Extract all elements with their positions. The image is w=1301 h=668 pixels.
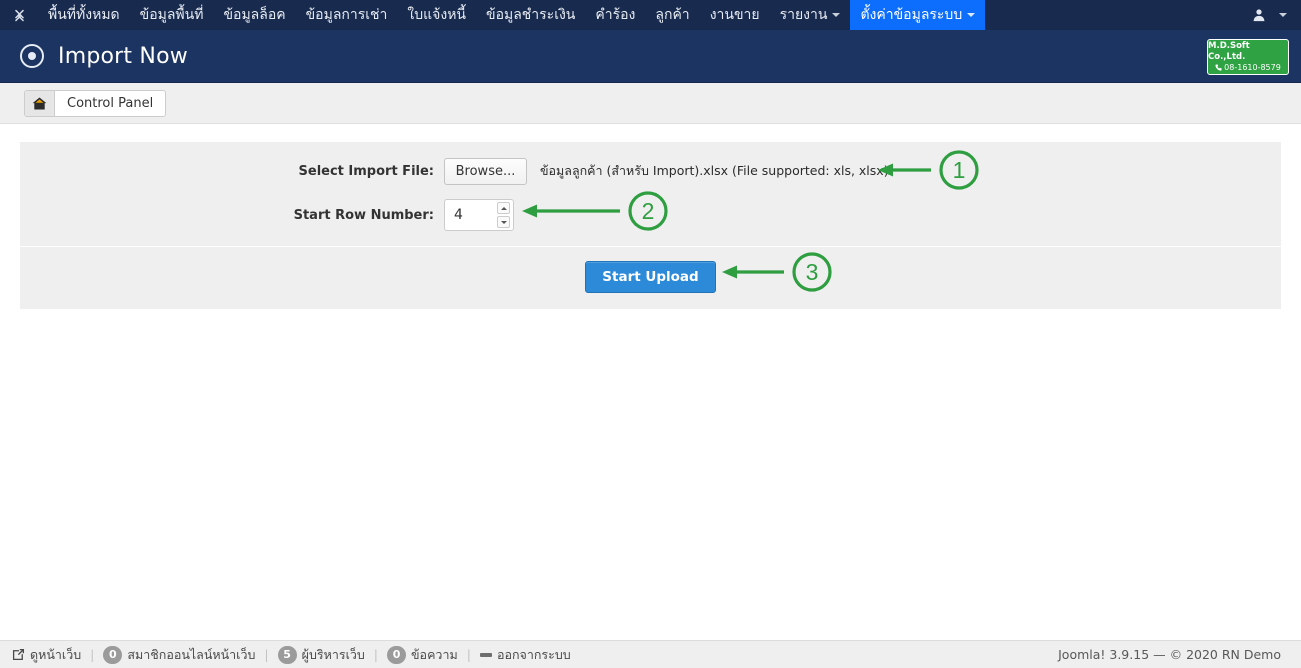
nav-item-all-areas[interactable]: พื้นที่ทั้งหมด [38,0,130,30]
nav-label: ข้อมูลล็อค [223,7,286,23]
import-form: Select Import File: Browse... ข้อมูลลูกค… [20,142,1281,246]
chevron-down-icon [1279,13,1287,17]
nav-label: พื้นที่ทั้งหมด [48,7,120,23]
nav-item-rental-data[interactable]: ข้อมูลการเช่า [296,0,398,30]
start-row-number-row: Start Row Number: 4 2 [20,191,1281,234]
status-divider: | [264,647,269,662]
logout-label: ออกจากระบบ [496,646,571,662]
nav-item-sales[interactable]: งานขาย [700,0,770,30]
top-navigation-bar: พื้นที่ทั้งหมด ข้อมูลพื้นที่ ข้อมูลล็อค … [0,0,1301,30]
company-badge: M.D.Soft Co.,Ltd. 08-1610-8579 [1207,39,1289,75]
status-divider: | [373,647,379,662]
nav-label: ข้อมูลการเช่า [305,7,388,23]
status-divider: | [90,647,95,662]
main-menu: พื้นที่ทั้งหมด ข้อมูลพื้นที่ ข้อมูลล็อค … [38,0,986,30]
select-import-file-label: Select Import File: [298,163,434,179]
visitors-count-badge: 0 [103,645,123,664]
messages-status[interactable]: 0 ข้อความ [387,645,458,665]
select-import-file-row: Select Import File: Browse... ข้อมูลลูกค… [20,150,1281,190]
main-content: Select Import File: Browse... ข้อมูลลูกค… [0,124,1301,309]
preview-site-label: ดูหน้าเว็บ [30,646,82,662]
start-row-stepper[interactable] [444,199,514,231]
import-panel: Select Import File: Browse... ข้อมูลลูกค… [20,142,1281,309]
nav-label: รายงาน [779,7,828,23]
nav-item-invoice[interactable]: ใบแจ้งหนี้ [397,0,476,30]
user-menu[interactable] [1252,0,1301,30]
page-title: Import Now [58,43,188,69]
user-avatar-icon [1252,8,1266,22]
phone-icon [1215,64,1222,71]
logout-icon [479,652,492,657]
company-phone-text: 08-1610-8579 [1224,62,1281,72]
joomla-logo-icon[interactable] [0,0,38,30]
chevron-down-icon [967,13,976,17]
admin-page: พื้นที่ทั้งหมด ข้อมูลพื้นที่ ข้อมูลล็อค … [0,0,1301,668]
breadcrumb-label[interactable]: Control Panel [55,91,165,116]
chevron-down-icon [832,13,841,17]
home-icon[interactable] [25,90,55,116]
nav-label: ข้อมูลพื้นที่ [139,7,204,23]
nav-item-payment-data[interactable]: ข้อมูลชำระเงิน [476,0,585,30]
messages-count-badge: 0 [387,645,407,664]
annotation-number-2: 2 [642,198,655,224]
nav-item-reports[interactable]: รายงาน [770,0,851,30]
status-bar: ดูหน้าเว็บ | 0 สมาชิกออนไลน์หน้าเว็บ | 5… [0,640,1301,668]
nav-label: คำร้อง [595,7,636,23]
preview-site-link[interactable]: ดูหน้าเว็บ [12,645,81,665]
start-upload-button[interactable]: Start Upload [585,261,716,293]
stepper-down-icon[interactable] [497,216,510,228]
nav-label: ใบแจ้งหนี้ [407,7,466,23]
admins-count-badge: 5 [277,645,297,664]
annotation-3: 3 [720,246,840,298]
messages-label: ข้อความ [411,646,458,662]
annotation-2: 2 [520,185,676,237]
logout-link[interactable]: ออกจากระบบ [479,645,571,665]
visitors-status[interactable]: 0 สมาชิกออนไลน์หน้าเว็บ [103,645,255,665]
visitors-label: สมาชิกออนไลน์หน้าเว็บ [127,646,256,662]
annotation-number-1: 1 [953,157,966,183]
stepper-up-icon[interactable] [497,202,510,214]
nav-label: ข้อมูลชำระเงิน [486,7,576,23]
nav-label: ลูกค้า [655,7,690,23]
admins-label: ผู้บริหารเว็บ [301,646,365,662]
nav-item-customers[interactable]: ลูกค้า [645,0,699,30]
page-header: Import Now M.D.Soft Co.,Ltd. 08-1610-857… [0,30,1301,83]
annotation-number-3: 3 [806,259,819,285]
breadcrumb-bar: Control Panel [0,83,1301,124]
breadcrumb[interactable]: Control Panel [24,89,167,117]
company-phone: 08-1610-8579 [1215,63,1281,73]
nav-item-area-data[interactable]: ข้อมูลพื้นที่ [130,0,214,30]
stepper-arrows[interactable] [497,202,510,228]
external-link-icon [12,648,25,661]
copyright-text: Joomla! 3.9.15 — © 2020 RN Demo [1058,647,1281,662]
nav-label: ตั้งค่าข้อมูลระบบ [860,7,963,23]
nav-item-requests[interactable]: คำร้อง [585,0,645,30]
nav-item-system-settings[interactable]: ตั้งค่าข้อมูลระบบ [850,0,986,30]
panel-actions: Start Upload 3 [20,247,1281,309]
annotation-1: 1 [876,144,986,196]
status-divider: | [466,647,471,662]
company-name: M.D.Soft Co.,Ltd. [1208,41,1250,62]
target-circle-icon [20,44,44,68]
nav-item-lock-data[interactable]: ข้อมูลล็อค [213,0,295,30]
selected-file-caption: ข้อมูลลูกค้า (สำหรับ Import).xlsx (File … [540,163,889,178]
admins-status[interactable]: 5 ผู้บริหารเว็บ [277,645,365,665]
start-row-number-label: Start Row Number: [293,207,434,223]
nav-label: งานขาย [709,7,760,23]
browse-button[interactable]: Browse... [444,157,527,185]
